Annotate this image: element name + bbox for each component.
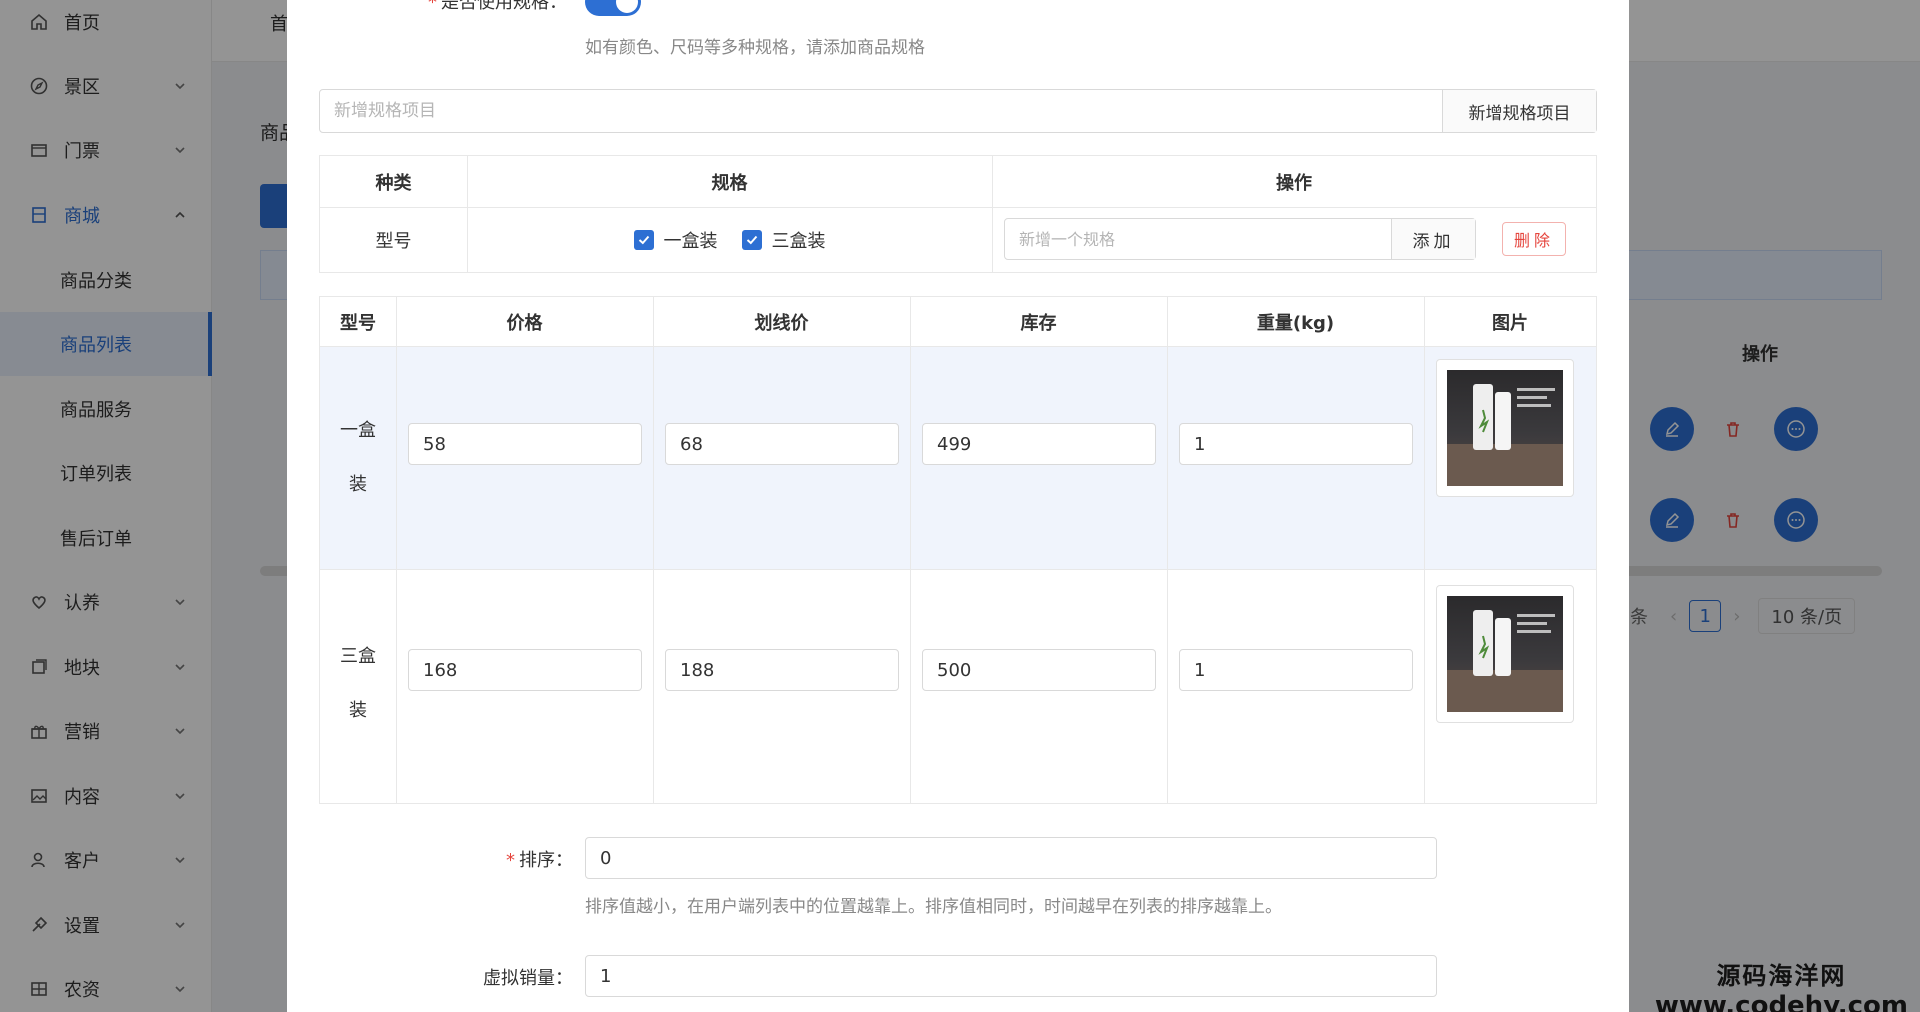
price-input[interactable] <box>408 423 642 465</box>
sort-input[interactable] <box>585 837 1437 879</box>
column-header: 图片 <box>1424 297 1596 347</box>
spec-actions-cell: 添加 删除 <box>992 208 1596 272</box>
column-header: 划线价 <box>653 297 910 347</box>
column-header: 规格 <box>467 156 992 208</box>
product-image <box>1447 596 1563 712</box>
column-header: 重量(kg) <box>1167 297 1424 347</box>
variant-table: 型号 价格 划线价 库存 重量(kg) 图片 一盒 装 58 68 499 1 … <box>319 296 1597 804</box>
weight-input[interactable] <box>1179 423 1413 465</box>
column-header: 操作 <box>992 156 1596 208</box>
spec-options-cell: 一盒装 三盒装 <box>467 208 992 272</box>
stock-input[interactable] <box>922 649 1156 691</box>
check-icon <box>741 230 762 250</box>
column-header: 价格 <box>396 297 653 347</box>
variant-image-upload[interactable] <box>1436 585 1574 723</box>
spec-option-checkbox[interactable]: 三盒装 <box>741 227 826 253</box>
use-spec-hint: 如有颜色、尺码等多种规格，请添加商品规格 <box>585 38 925 58</box>
spec-kind-cell: 型号 <box>375 231 412 252</box>
use-spec-toggle[interactable] <box>585 0 641 16</box>
product-image <box>1447 370 1563 486</box>
new-spec-input[interactable] <box>1005 219 1391 259</box>
new-spec-group: 添加 <box>1004 218 1476 260</box>
spec-category-table: 种类 规格 操作 型号 一盒装 三盒装 添加 删除 <box>319 155 1597 273</box>
weight-input[interactable] <box>1179 649 1413 691</box>
column-header: 型号 <box>320 297 396 347</box>
delete-spec-button[interactable]: 删除 <box>1502 222 1566 256</box>
add-spec-button[interactable]: 添加 <box>1391 219 1475 259</box>
spec-option-checkbox[interactable]: 一盒装 <box>633 227 718 253</box>
sort-label: * 排序： <box>506 850 573 871</box>
column-header: 种类 <box>320 156 467 208</box>
variant-label: 三盒 装 <box>340 646 376 721</box>
price-input[interactable] <box>408 649 642 691</box>
stock-input[interactable] <box>922 423 1156 465</box>
variant-image-upload[interactable] <box>1436 359 1574 497</box>
new-spec-item-input[interactable] <box>320 90 1442 132</box>
watermark: 源码海洋网 www.codehy.com <box>1654 962 1908 1012</box>
list-price-input[interactable] <box>665 649 899 691</box>
variant-label: 一盒 装 <box>340 420 376 495</box>
use-spec-label: * 是否使用规格： <box>428 0 567 13</box>
product-edit-modal: *是否使用规格： 如有颜色、尺码等多种规格，请添加商品规格 新增规格项目 种类 … <box>287 0 1629 1012</box>
sort-hint: 排序值越小，在用户端列表中的位置越靠上。排序值相同时，时间越早在列表的排序越靠上… <box>585 897 1282 917</box>
virtual-sales-input[interactable] <box>585 955 1437 997</box>
new-spec-item-button[interactable]: 新增规格项目 <box>1442 90 1596 132</box>
column-header: 库存 <box>910 297 1167 347</box>
new-spec-item-group: 新增规格项目 <box>319 89 1597 133</box>
virtual-sales-label: 虚拟销量： <box>483 968 573 989</box>
check-icon <box>633 230 654 250</box>
list-price-input[interactable] <box>665 423 899 465</box>
